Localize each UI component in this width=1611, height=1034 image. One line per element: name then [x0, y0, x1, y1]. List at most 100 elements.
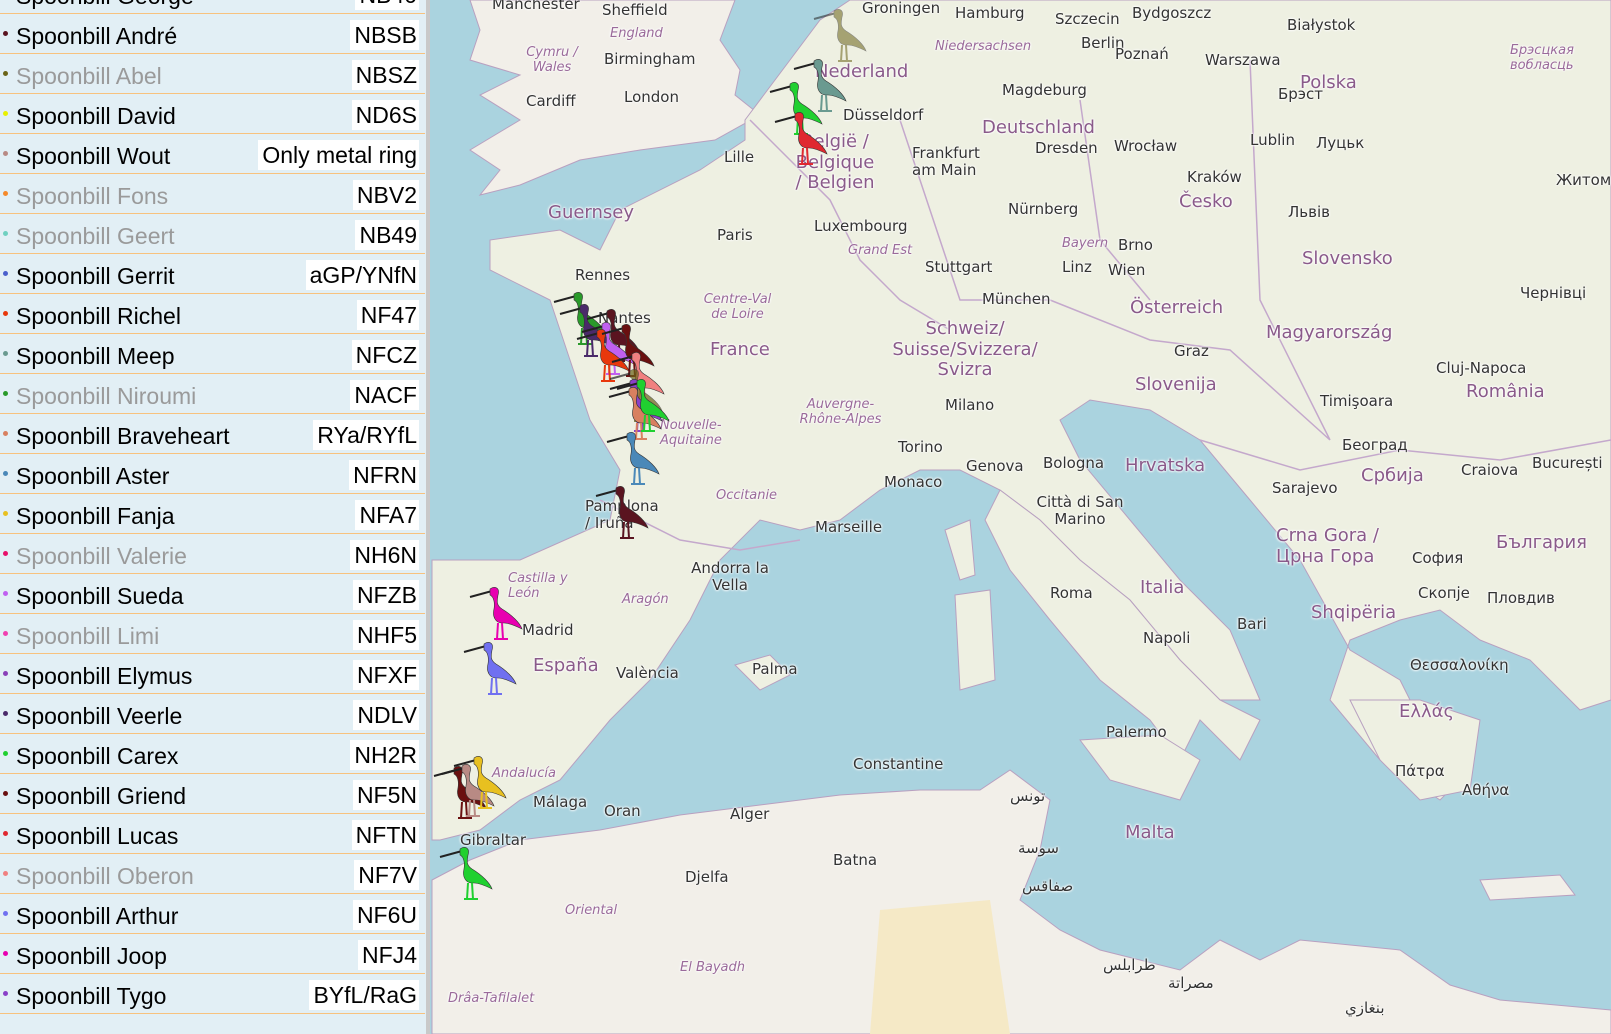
bird-list-item[interactable]: Spoonbill George NB40	[0, 0, 425, 14]
map-label-city: Magdeburg	[1002, 81, 1087, 99]
bird-name: Spoonbill André	[16, 23, 178, 49]
bird-color-dot	[3, 391, 8, 396]
bird-list-item[interactable]: Spoonbill Meep NFCZ	[0, 334, 425, 374]
map-label-city: Alger	[730, 805, 770, 823]
map-label-city: București	[1532, 454, 1603, 472]
map-label-country: Hrvatska	[1125, 455, 1206, 476]
bird-list-item[interactable]: Spoonbill Braveheart RYa/RYfL	[0, 414, 425, 454]
bird-list-item[interactable]: Spoonbill Limi NHF5	[0, 614, 425, 654]
bird-color-dot	[3, 631, 8, 636]
map-label-city: Београд	[1342, 436, 1408, 454]
map-label-city: Cluj-Napoca	[1436, 359, 1527, 377]
bird-list-item[interactable]: Spoonbill Veerle NDLV	[0, 694, 425, 734]
map-label-city: Palermo	[1106, 723, 1167, 741]
map-label-city: Cardiff	[526, 92, 576, 110]
bird-list-item[interactable]: Spoonbill Oberon NF7V	[0, 854, 425, 894]
bird-name: Spoonbill Wout	[16, 143, 171, 169]
bird-name: Spoonbill Valerie	[16, 543, 187, 569]
map-label-city: Marseille	[815, 518, 883, 536]
map-label-city: Düsseldorf	[843, 106, 924, 124]
bird-color-dot	[3, 951, 8, 956]
bird-list-item[interactable]: Spoonbill Gerrit aGP/YNfN	[0, 254, 425, 294]
bird-color-dot	[3, 31, 8, 36]
map-label-city: Львів	[1288, 203, 1330, 221]
bird-list-item[interactable]: Spoonbill David ND6S	[0, 94, 425, 134]
bird-list-item[interactable]: Spoonbill Abel NBSZ	[0, 54, 425, 94]
bird-ring-code: NDLV	[353, 700, 419, 730]
bird-list-item[interactable]: Spoonbill Aster NFRN	[0, 454, 425, 494]
map-label-country: Shqipëria	[1311, 602, 1397, 623]
map-label-city: Скопје	[1418, 584, 1470, 602]
map-label-city: Lublin	[1250, 131, 1295, 149]
bird-list-item[interactable]: Spoonbill Fanja NFA7	[0, 494, 425, 534]
bird-color-dot	[3, 791, 8, 796]
map-label-city: Kraków	[1187, 168, 1242, 186]
bird-color-dot	[3, 751, 8, 756]
map-label-country: România	[1466, 381, 1545, 402]
bird-list-panel[interactable]: Spoonbill GeorgeNB40Spoonbill AndréNBSBS…	[0, 0, 430, 1034]
bird-list-item[interactable]: Spoonbill Valerie NH6N	[0, 534, 425, 574]
bird-list-item[interactable]: Spoonbill Niroumi NACF	[0, 374, 425, 414]
map-label-region: Cymru / Wales	[526, 45, 578, 75]
map-label-city: تونس	[1010, 787, 1046, 805]
map-label-country: Crna Gora / Црна Гора	[1276, 525, 1379, 567]
bird-list-item[interactable]: Spoonbill Richel NF47	[0, 294, 425, 334]
map-label-city: Genova	[966, 457, 1024, 475]
bird-list-item[interactable]: Spoonbill Fons NBV2	[0, 174, 425, 214]
bird-list-item[interactable]: Spoonbill Carex NH2R	[0, 734, 425, 774]
map-label-region: Aragón	[622, 592, 669, 607]
map-label-city: München	[982, 290, 1051, 308]
bird-list-item[interactable]: Spoonbill Griend NF5N	[0, 774, 425, 814]
map-label-city: Monaco	[884, 473, 943, 491]
bird-color-dot	[3, 71, 8, 76]
map-label-city: سوسة	[1018, 839, 1059, 857]
map-label-region: Niedersachsen	[935, 39, 1032, 54]
bird-list-item[interactable]: Spoonbill André NBSB	[0, 14, 425, 54]
bird-ring-code: NF6U	[352, 900, 419, 930]
map-label-city: Wien	[1108, 261, 1146, 279]
map-label-country: Србија	[1361, 465, 1424, 486]
bird-list-item[interactable]: Spoonbill Tygo BYfL/RaG	[0, 974, 425, 1014]
bird-list-item[interactable]: Spoonbill Arthur NF6U	[0, 894, 425, 934]
map-label-city: Bari	[1237, 615, 1267, 633]
bird-name: Spoonbill Niroumi	[16, 383, 197, 409]
bird-name: Spoonbill Oberon	[16, 863, 194, 889]
bird-color-dot	[3, 511, 8, 516]
map-label-region: Drâa-Tafilalet	[448, 991, 535, 1006]
map-label-city: Djelfa	[685, 868, 729, 886]
map-label-country: Slovensko	[1302, 248, 1393, 269]
map-label-country: Česko	[1179, 191, 1233, 212]
bird-color-dot	[3, 711, 8, 716]
bird-color-dot	[3, 151, 8, 156]
bird-list-item[interactable]: Spoonbill Wout Only metal ring	[0, 134, 425, 174]
bird-ring-code: BYfL/RaG	[309, 980, 419, 1010]
map-label-country: Ελλάς	[1399, 701, 1455, 722]
map-label-country: Guernsey	[548, 202, 635, 223]
map-label-city: Białystok	[1287, 16, 1356, 34]
map-label-city: Житомир	[1556, 171, 1611, 189]
map-label-city: Чернівці	[1520, 284, 1587, 302]
map-label-city: Bydgoszcz	[1132, 4, 1212, 22]
bird-list-item[interactable]: Spoonbill Geert NB49	[0, 214, 425, 254]
bird-ring-code: NACF	[350, 380, 419, 410]
bird-ring-code: NFZB	[352, 580, 419, 610]
map-label-country: Polska	[1300, 72, 1357, 93]
map-label-country: България	[1496, 532, 1588, 553]
bird-name: Spoonbill Elymus	[16, 663, 193, 689]
map-label-city: Poznań	[1115, 45, 1169, 63]
map-label-city: Frankfurt am Main	[912, 144, 980, 180]
bird-ring-code: NFRN	[349, 460, 419, 490]
bird-list-item[interactable]: Spoonbill Lucas NFTN	[0, 814, 425, 854]
bird-list-item[interactable]: Spoonbill Joop NFJ4	[0, 934, 425, 974]
bird-ring-code: NF7V	[354, 860, 419, 890]
map-label-city: Пловдив	[1487, 589, 1555, 607]
bird-color-dot	[3, 591, 8, 596]
bird-list-item[interactable]: Spoonbill Elymus NFXF	[0, 654, 425, 694]
map-label-country: Slovenija	[1135, 374, 1217, 395]
bird-name: Spoonbill Fanja	[16, 503, 175, 529]
map-label-city: Wrocław	[1114, 137, 1178, 155]
map-label-city: Sarajevo	[1272, 479, 1338, 497]
bird-list-item[interactable]: Spoonbill Sueda NFZB	[0, 574, 425, 614]
bird-name: Spoonbill Gerrit	[16, 263, 175, 289]
map-label-city: صفاقس	[1022, 877, 1074, 895]
